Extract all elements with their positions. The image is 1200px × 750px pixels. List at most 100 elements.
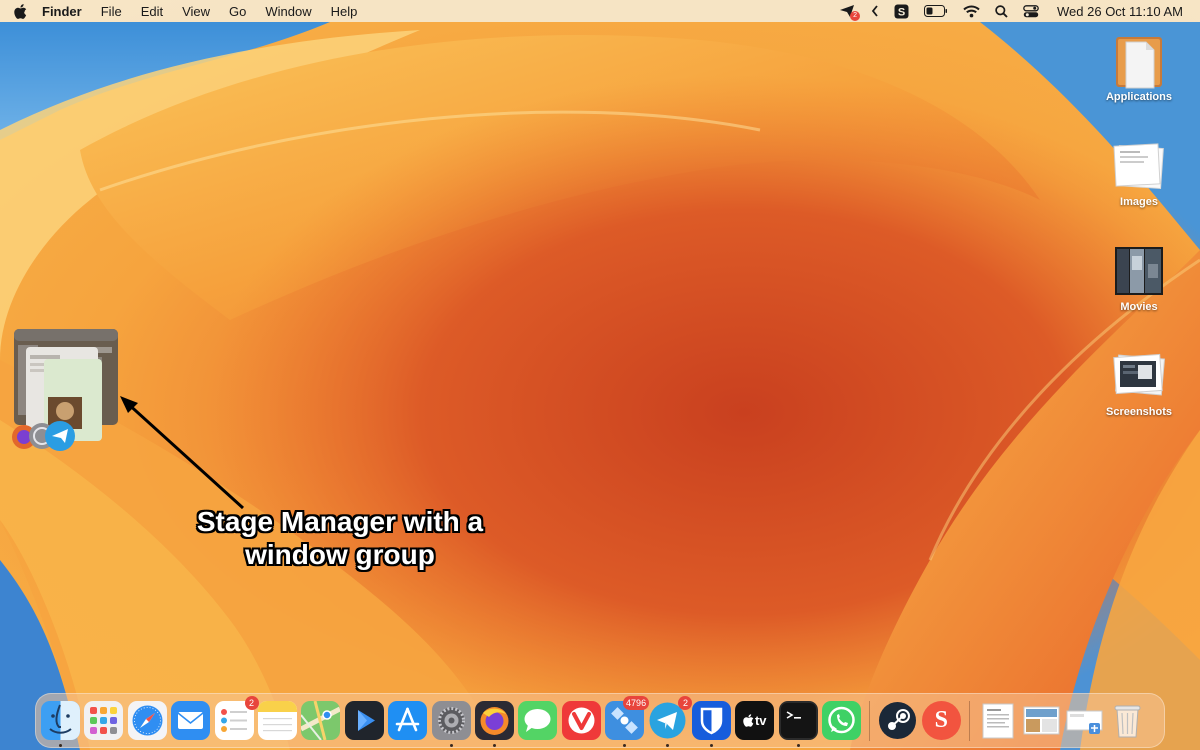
dock-item-mail[interactable] [171,701,211,740]
desktop-icon-label: Screenshots [1105,406,1173,418]
dock-item-safari[interactable] [127,701,167,740]
wallpaper-shapes [0,0,1200,750]
shield-icon [691,701,731,740]
running-indicator [623,744,627,747]
steam-icon [878,701,917,740]
dock-stack-documents[interactable] [978,701,1017,740]
control-center-icon[interactable] [1023,0,1039,22]
screenshot-stack-icon [1112,349,1166,403]
desktop-icon-label: Applications [1105,91,1172,103]
downloads-stack-icon [1022,701,1061,740]
running-indicator [59,744,62,747]
dock-item-steam[interactable] [878,701,917,740]
menu-clock[interactable]: Wed 26 Oct 11:10 AM [1057,4,1183,19]
dock-badge: 2 [244,696,259,710]
launchpad-icon [84,701,124,740]
setapp-icon: S [921,701,961,740]
annotation-caption: Stage Manager with a window group [180,505,500,571]
firefox-icon [474,701,514,740]
skype-s-icon[interactable]: S [894,0,909,22]
app-store-icon [388,701,428,740]
desktop-icon-label: Movies [1120,301,1158,313]
dock-item-whatsapp[interactable] [822,701,862,740]
trash-icon [1108,701,1147,740]
dock-item-infuse[interactable] [344,701,384,740]
dock-item-launchpad[interactable] [84,701,124,740]
terminal-icon [778,701,818,740]
menu-file[interactable]: File [101,4,122,19]
dock-separator [969,700,971,741]
desktop-icon-movies[interactable]: Movies [1094,244,1184,313]
mail-icon [171,701,211,740]
whatsapp-icon [822,701,862,740]
annotation-line-2: window group [245,539,435,570]
dock-item-app-store[interactable] [388,701,428,740]
desktop-wallpaper [0,0,1200,750]
folder-document-icon [1112,34,1166,89]
menu-edit[interactable]: Edit [141,4,163,19]
dock-item-system-settings[interactable] [431,701,471,747]
dock-item-telegram[interactable]: 2 [648,696,693,747]
desktop-icon-applications[interactable]: Applications [1094,34,1184,103]
dock-separator [869,700,871,741]
dock-item-terminal[interactable] [778,701,818,747]
tv-label: tv [754,713,767,728]
svg-text:S: S [898,6,905,18]
running-indicator [666,744,670,747]
notes-icon [257,701,297,740]
dock-item-finder[interactable] [41,701,80,747]
menu-help[interactable]: Help [331,4,358,19]
dock-item-notes[interactable] [257,701,297,740]
desktop-icon-images[interactable]: Images [1094,139,1184,208]
menu-view[interactable]: View [182,4,210,19]
desktop-icon-label: Images [1120,196,1158,208]
dock-item-maps[interactable] [301,701,341,740]
status-notification-badge: 2 [850,11,861,21]
dock-item-messages[interactable] [518,701,558,740]
dock-stack-downloads[interactable] [1022,701,1061,740]
movie-stack-icon [1112,244,1166,298]
finder-icon [41,701,80,740]
dock-item-netnewswire[interactable]: 4796 [605,696,650,747]
dock-badge: 2 [678,696,693,710]
menu-app-finder[interactable]: Finder [42,4,82,19]
status-paper-plane-icon[interactable]: 2 [839,0,861,22]
gear-icon [431,701,471,740]
menu-go[interactable]: Go [229,4,246,19]
dock-item-bitwarden[interactable] [691,701,731,747]
apple-menu-icon[interactable] [12,3,28,19]
dock: 2 4796 2 tv S [35,693,1165,748]
wifi-icon[interactable] [963,0,980,22]
chevron-left-icon[interactable] [871,0,879,22]
running-indicator [492,744,496,747]
dock-item-setapp[interactable]: S [921,701,961,740]
document-stack-icon [978,701,1017,740]
battery-icon[interactable] [924,0,948,22]
maps-icon [301,701,341,740]
dock-item-vivaldi[interactable] [561,701,601,740]
vivaldi-icon [561,701,601,740]
annotation-arrow [120,396,245,510]
dock-item-firefox[interactable] [474,701,514,747]
setapp-letter: S [934,707,948,733]
safari-icon [127,701,167,740]
menu-window[interactable]: Window [265,4,311,19]
dock-item-reminders[interactable]: 2 [214,696,259,740]
image-stack-icon [1112,139,1166,193]
running-indicator [796,744,800,747]
play-icon [344,701,384,740]
running-indicator [449,744,453,747]
menu-bar: Finder File Edit View Go Window Help 2 S… [0,0,1200,22]
dock-stack-screenshot[interactable] [1065,701,1104,740]
stage-manager-thumbnails [12,329,118,451]
screenshot-file-icon [1065,701,1104,740]
apple-tv-icon: tv [735,701,775,740]
dock-item-tv[interactable]: tv [735,701,775,740]
desktop-icon-screenshots[interactable]: Screenshots [1094,349,1184,418]
stage-manager-window-group[interactable] [8,325,123,455]
dock-item-trash[interactable] [1108,701,1147,740]
running-indicator [709,744,713,747]
dock-badge: 4796 [623,696,650,710]
search-icon[interactable] [995,0,1008,22]
messages-icon [518,701,558,740]
